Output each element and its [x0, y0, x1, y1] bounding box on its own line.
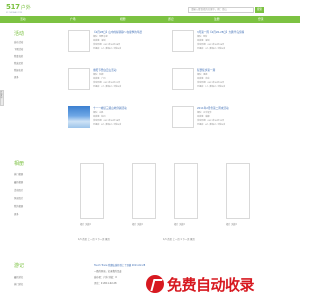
side-link[interactable]: 下期活动	[14, 47, 23, 51]
album-cover[interactable]	[132, 163, 156, 219]
activity-thumbnail[interactable]	[172, 30, 194, 52]
side-link[interactable]: 我的相册	[14, 204, 23, 208]
activity-stats: 已报名：5人 参加0人 浏览0次	[93, 48, 122, 50]
side-link[interactable]: 活动照片	[14, 188, 23, 192]
watermark-text: 免费自动收录	[167, 276, 255, 294]
activity-origin: 出发地：成都	[197, 116, 210, 118]
activity-leader: 领队：黑熊	[197, 74, 208, 76]
activity-leader: 领队：阿甘	[197, 36, 208, 38]
activity-title[interactable]: 十一一峰徒三级山地穿越活动	[93, 106, 127, 110]
activity-leader: 领队：绿野之家	[93, 36, 108, 38]
activity-title[interactable]: 【2月28日】山中的绿荫静～在夏季的早晨	[93, 30, 142, 34]
album-item[interactable]: 相片 浏览0	[226, 163, 250, 226]
activity-card[interactable]: 3月第一周【2月26-28日】大鹏半岛穿越 领队：阿甘 出发地：深圳 活动日期：…	[172, 30, 264, 62]
diary-excerpt: 一路的风景，记录我的足迹	[94, 270, 122, 273]
activity-card[interactable]: 2011年2月份第二周末活动 领队：云中漫步 出发地：成都 活动日期：2011年…	[172, 106, 264, 138]
activity-origin: 出发地：深圳	[93, 40, 106, 42]
side-link[interactable]: 最新游记	[14, 275, 23, 279]
side-link[interactable]: 更多	[14, 212, 19, 216]
side-link[interactable]: 热门游记	[14, 282, 23, 286]
search-input[interactable]: 请输入要查找的关键字，例：登山	[188, 7, 254, 13]
album-cover[interactable]	[226, 163, 250, 219]
side-link[interactable]: 风景照片	[14, 196, 23, 200]
activity-thumbnail[interactable]	[172, 106, 194, 128]
diaries-title: 游记	[14, 263, 25, 269]
albums-title: 相册	[14, 161, 25, 167]
side-link[interactable]: 我报名的	[14, 68, 23, 72]
activity-title[interactable]: 2011年2月份第二周末活动	[197, 106, 229, 110]
album-cover[interactable]	[174, 163, 198, 219]
logo-number: 517	[6, 3, 20, 11]
activity-stats: 已报名：8人 参加0人 浏览0次	[93, 124, 122, 126]
activity-thumbnail[interactable]	[68, 30, 90, 52]
side-link[interactable]: 更多	[14, 75, 19, 79]
side-link[interactable]: 最新相册	[14, 180, 23, 184]
activity-title[interactable]: 狂野徒步第一期	[197, 68, 215, 72]
watermark-logo-icon	[146, 275, 164, 293]
activity-leader: 领队：红棉	[93, 74, 104, 76]
side-link[interactable]: 热门相册	[14, 172, 23, 176]
activity-date: 活动日期：2011年02月12日	[197, 120, 225, 122]
activity-stats: 已报名：3人 参加0人 浏览0次	[197, 48, 226, 50]
nav-item-square[interactable]: 广场	[70, 16, 76, 23]
activities-title: 活动	[14, 31, 25, 37]
main-nav: 活动 广场 相册 游记 注册 登录	[0, 16, 300, 23]
site-logo[interactable]: 517户外 517HUWAI.COM	[6, 3, 31, 14]
header: 517户外 517HUWAI.COM 请输入要查找的关键字，例：登山 搜索	[0, 0, 300, 16]
side-link[interactable]: 我参加的	[14, 54, 23, 58]
activity-card[interactable]: 狂野徒步第一期 领队：黑熊 出发地：北京 活动日期：2011年02月20日 已报…	[172, 68, 264, 100]
search-button[interactable]: 搜索	[255, 7, 264, 13]
nav-item-login[interactable]: 登录	[258, 16, 264, 23]
activity-date: 活动日期：2011年02月28日	[93, 44, 121, 46]
activity-date: 活动日期：2011年02月18日	[93, 120, 121, 122]
activity-origin: 出发地：广州	[93, 78, 106, 80]
activity-title[interactable]: 重阳节登白云山活动	[93, 68, 116, 72]
activity-card[interactable]: 十一一峰徒三级山地穿越活动 领队：山风 出发地：杭州 活动日期：2011年02月…	[68, 106, 160, 138]
side-link[interactable]: 发布活动	[14, 40, 23, 44]
album-item[interactable]: 相片 浏览0	[80, 163, 104, 226]
nav-item-albums[interactable]: 相册	[120, 16, 126, 23]
activity-thumbnail[interactable]	[68, 68, 90, 90]
activity-stats: 已报名：2人 参加0人 浏览0次	[93, 86, 122, 88]
diary-meta: 评论：0 2011-02-28	[94, 282, 117, 285]
album-cover[interactable]	[80, 163, 104, 219]
activity-origin: 出发地：北京	[197, 78, 210, 80]
album-caption: 相片 浏览0	[80, 223, 91, 226]
activity-thumbnail[interactable]	[172, 68, 194, 90]
watermark-banner: 免费自动收录	[142, 268, 292, 300]
album-caption: 相片 浏览0	[174, 223, 185, 226]
activity-stats: 已报名：4人 参加0人 浏览0次	[197, 124, 226, 126]
nav-item-diaries[interactable]: 游记	[168, 16, 174, 23]
activity-card[interactable]: 【2月28日】山中的绿荫静～在夏季的早晨 领队：绿野之家 出发地：深圳 活动日期…	[68, 30, 160, 62]
diary-title[interactable]: Touch Trace 我翻山越岭登上了顶峰 2011-02-28	[94, 263, 145, 267]
album-pager[interactable]: 1/1 首页 上一页 1 下一页 尾页	[163, 237, 195, 241]
album-caption: 相片 浏览0	[226, 223, 237, 226]
activity-leader: 领队：山风	[93, 112, 104, 114]
logo-text: 户外	[20, 5, 31, 11]
activity-card[interactable]: 重阳节登白云山活动 领队：红棉 出发地：广州 活动日期：2011年02月21日 …	[68, 68, 160, 100]
activity-leader: 领队：云中漫步	[197, 112, 212, 114]
activity-title[interactable]: 3月第一周【2月26-28日】大鹏半岛穿越	[197, 30, 244, 34]
album-caption: 相片 浏览0	[132, 223, 143, 226]
activity-origin: 出发地：杭州	[93, 116, 106, 118]
online-service-tab[interactable]: 在线客服	[0, 90, 4, 106]
album-item[interactable]: 相片 浏览0	[174, 163, 198, 226]
logo-subtitle: 517HUWAI.COM	[6, 12, 22, 14]
activity-date: 活动日期：2011年02月26日	[197, 44, 225, 46]
activity-date: 活动日期：2011年02月20日	[197, 82, 225, 84]
activity-photo-thumbnail[interactable]	[68, 106, 90, 128]
diary-meta: 发布者：户外 浏览：0	[94, 276, 117, 279]
album-item[interactable]: 相片 浏览0	[132, 163, 156, 226]
side-link[interactable]: 我发起的	[14, 61, 23, 65]
album-pager[interactable]: 1/1 首页 上一页 1 下一页 尾页	[78, 237, 110, 241]
activity-stats: 已报名：1人 参加0人 浏览0次	[197, 86, 226, 88]
activity-date: 活动日期：2011年02月21日	[93, 82, 121, 84]
activity-origin: 出发地：深圳	[197, 40, 210, 42]
nav-item-activities[interactable]: 活动	[20, 16, 26, 23]
nav-item-register[interactable]: 注册	[214, 16, 220, 23]
